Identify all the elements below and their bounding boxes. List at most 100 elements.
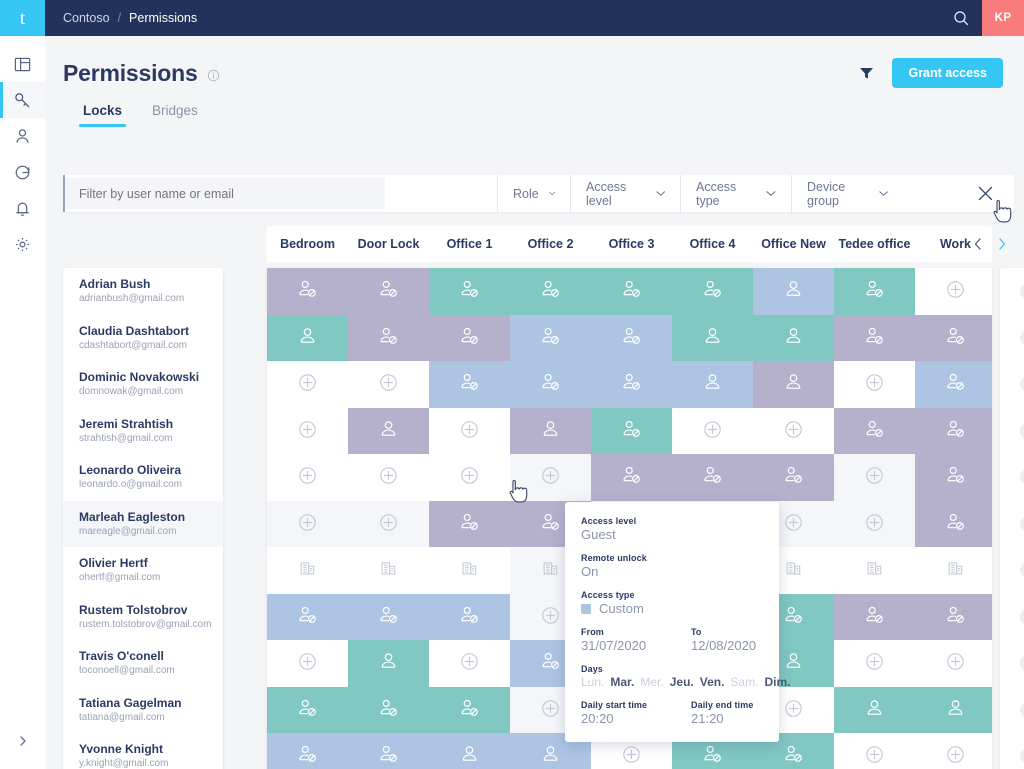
user-list-item[interactable]: Jeremi Strahtish strahtish@gmail.com [63,408,223,455]
filter-select-role[interactable]: Role [497,175,570,212]
permission-cell[interactable] [834,733,915,769]
permission-cell[interactable] [429,268,510,315]
permission-cell[interactable] [429,593,510,640]
permission-cell[interactable] [915,733,992,769]
permission-cell[interactable] [915,314,992,361]
search-icon[interactable] [940,0,982,36]
filter-select-device-group[interactable]: Device group [791,175,903,212]
avatar[interactable]: KP [982,0,1024,36]
permission-cell[interactable] [591,361,672,408]
permission-cell[interactable] [753,454,834,501]
permission-cell[interactable] [510,361,591,408]
column-header-1[interactable]: Bedroom [267,237,348,251]
permission-cell[interactable] [753,314,834,361]
permission-cell[interactable] [915,593,992,640]
permission-cell[interactable] [915,454,992,501]
permission-cell[interactable] [834,500,915,547]
tab-locks[interactable]: Locks [78,103,127,127]
permission-cell[interactable] [834,593,915,640]
permission-cell[interactable] [429,686,510,733]
search-input[interactable] [65,178,385,209]
sidebar-expand-button[interactable] [0,723,45,759]
permission-cell[interactable] [267,361,348,408]
permission-cell[interactable] [429,547,510,594]
permission-cell[interactable] [753,361,834,408]
permission-cell[interactable] [348,686,429,733]
permission-cell[interactable] [348,407,429,454]
permission-cell[interactable] [267,593,348,640]
permission-cell[interactable] [429,407,510,454]
sidebar-item-dashboard[interactable] [0,46,45,82]
column-header-2[interactable]: Door Lock [348,237,429,251]
permission-cell[interactable] [915,640,992,687]
info-icon[interactable] [207,69,220,82]
sidebar-item-permissions[interactable] [0,82,45,118]
sidebar-item-settings[interactable] [0,226,45,262]
prev-columns-button[interactable] [969,234,987,254]
app-logo[interactable]: t [0,0,45,36]
permission-cell[interactable] [834,454,915,501]
column-header-8[interactable]: Tedee office [834,237,915,251]
permission-cell[interactable] [915,361,992,408]
user-list-item[interactable]: Yvonne Knight y.knight@gmail.com [63,733,223,769]
permission-cell[interactable] [672,407,753,454]
column-header-7[interactable]: Office New [753,237,834,251]
permission-cell[interactable] [510,314,591,361]
user-list-item[interactable]: Dominic Novakowski domnowak@gmail.com [63,361,223,408]
sidebar-item-reports[interactable] [0,154,45,190]
permission-cell[interactable] [267,547,348,594]
permission-cell[interactable] [591,454,672,501]
permission-cell[interactable] [429,361,510,408]
permission-cell[interactable] [834,547,915,594]
permission-cell[interactable] [915,547,992,594]
user-list-item[interactable]: Adrian Bush adrianbush@gmail.com [63,268,223,315]
permission-cell[interactable] [429,500,510,547]
permission-cell[interactable] [348,454,429,501]
filter-select-access-type[interactable]: Access type [680,175,791,212]
permission-cell[interactable] [834,686,915,733]
permission-cell[interactable] [267,733,348,769]
permission-cell[interactable] [429,314,510,361]
filter-icon[interactable] [859,66,874,80]
filter-select-access-level[interactable]: Access level [570,175,680,212]
permission-cell[interactable] [672,268,753,315]
column-header-5[interactable]: Office 3 [591,237,672,251]
permission-cell[interactable] [753,268,834,315]
permission-cell[interactable] [834,361,915,408]
permission-cell[interactable] [429,733,510,769]
permission-cell[interactable] [267,500,348,547]
permission-cell[interactable] [429,640,510,687]
permission-cell[interactable] [591,268,672,315]
permission-cell[interactable] [429,454,510,501]
user-list-item[interactable]: Claudia Dashtabort cdashtabort@gmail.com [63,315,223,362]
permission-cell[interactable] [591,314,672,361]
permission-cell[interactable] [510,454,591,501]
permission-cell[interactable] [348,547,429,594]
column-header-6[interactable]: Office 4 [672,237,753,251]
user-list-item[interactable]: Travis O'conell toconoell@gmail.com [63,640,223,687]
permission-cell[interactable] [915,686,992,733]
permission-cell[interactable] [267,686,348,733]
permission-cell[interactable] [753,407,834,454]
user-list-item[interactable]: Rustem Tolstobrov rustem.tolstobrov@gmail… [63,594,223,641]
permission-cell[interactable] [348,640,429,687]
permission-cell[interactable] [267,640,348,687]
sidebar-item-users[interactable] [0,118,45,154]
permission-cell[interactable] [834,640,915,687]
permission-cell[interactable] [267,314,348,361]
permission-cell[interactable] [510,407,591,454]
permission-cell[interactable] [348,268,429,315]
user-list-item[interactable]: Leonardo Oliveira leonardo.o@gmail.com [63,454,223,501]
user-list-item[interactable]: Marleah Eagleston mareagle@gmail.com [63,500,223,547]
user-list-item[interactable]: Olivier Hertf ohertf@gmail.com [63,547,223,594]
column-header-4[interactable]: Office 2 [510,237,591,251]
permission-cell[interactable] [267,454,348,501]
permission-cell[interactable] [672,314,753,361]
clear-filters-button[interactable] [956,175,1014,212]
permission-cell[interactable] [267,407,348,454]
next-columns-button[interactable] [993,234,1011,254]
user-list-item[interactable]: Tatiana Gagelman tatiana@gmail.com [63,687,223,734]
breadcrumb-org[interactable]: Contoso [63,11,110,25]
permission-cell[interactable] [510,268,591,315]
permission-cell[interactable] [348,733,429,769]
